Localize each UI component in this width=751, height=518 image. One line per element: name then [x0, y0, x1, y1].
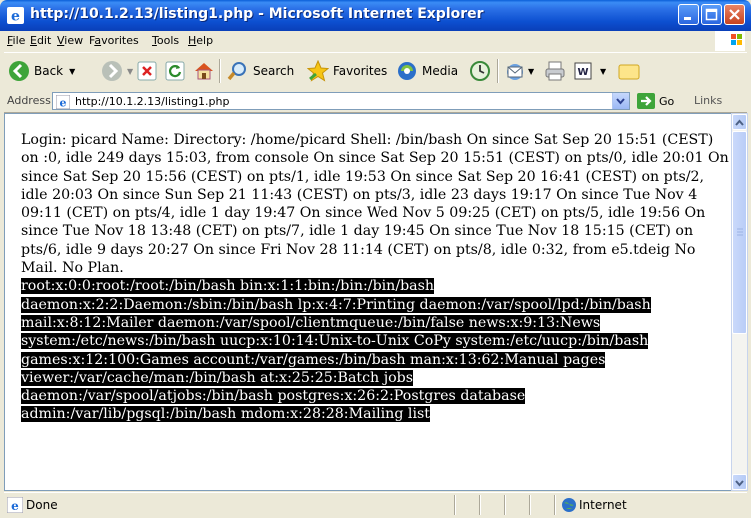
minimize-button[interactable]: [678, 4, 699, 25]
search-label: Search: [253, 64, 295, 78]
toolbar-separator: [497, 59, 499, 83]
status-divider: [479, 495, 481, 515]
toolbar: Back ▼ ▼ Search Favorites Media ▼ W ▼: [4, 52, 747, 91]
close-icon: [729, 9, 740, 20]
svg-text:e: e: [11, 499, 19, 513]
windows-logo-icon: [715, 31, 745, 51]
address-url: http://10.1.2.13/listing1.php: [75, 95, 230, 108]
vertical-scrollbar[interactable]: [731, 113, 748, 491]
chevron-down-icon: [616, 98, 625, 105]
status-divider: [454, 495, 456, 515]
edit-button[interactable]: W ▼: [572, 58, 606, 84]
title-bar[interactable]: e http://10.1.2.13/listing1.php - Micros…: [0, 0, 751, 31]
edit-dropdown-icon[interactable]: ▼: [600, 67, 606, 76]
stop-icon: [137, 61, 157, 81]
menu-help[interactable]: Help: [188, 34, 213, 47]
internet-globe-icon: [562, 498, 576, 512]
status-text: Done: [26, 498, 58, 512]
back-button[interactable]: Back ▼: [8, 58, 75, 84]
discuss-button[interactable]: [617, 58, 641, 84]
forward-dropdown-icon[interactable]: ▼: [127, 67, 133, 76]
back-label: Back: [34, 64, 64, 78]
refresh-icon: [165, 61, 185, 81]
highlighted-line: daemon:x:2:2:Daemon:/sbin:/bin/bash lp:x…: [21, 296, 651, 313]
address-label: Address: [7, 94, 51, 107]
maximize-icon: [705, 8, 718, 21]
search-button[interactable]: Search: [227, 58, 294, 84]
folder-icon: [618, 64, 640, 80]
media-icon: [398, 62, 416, 80]
scroll-up-button[interactable]: [732, 114, 747, 130]
page-ie-icon: e: [56, 95, 70, 109]
favorites-star-icon: [307, 60, 329, 82]
menu-tools[interactable]: Tools: [152, 34, 179, 47]
menu-bar: File Edit View Favorites Tools Help: [4, 31, 747, 51]
scrollbar-thumb[interactable]: [732, 131, 747, 334]
print-button[interactable]: [544, 58, 566, 84]
favorites-label: Favorites: [333, 64, 388, 78]
forward-button[interactable]: ▼: [101, 58, 133, 84]
word-edit-icon: W: [574, 62, 592, 80]
history-button[interactable]: [469, 58, 491, 84]
mail-dropdown-icon[interactable]: ▼: [528, 67, 534, 76]
go-arrow-icon: [637, 93, 655, 109]
forward-arrow-icon: [102, 61, 122, 81]
highlighted-line: viewer:/var/cache/man:/bin/bash at:x:25:…: [21, 369, 414, 386]
finger-output-text: Login: picard Name: Directory: /home/pic…: [21, 132, 729, 277]
maximize-button[interactable]: [701, 4, 722, 25]
menu-view[interactable]: View: [57, 34, 83, 47]
highlighted-line: admin:/var/lib/pgsql:/bin/bash mdom:x:28…: [21, 406, 430, 423]
status-divider: [504, 495, 506, 515]
highlighted-line: root:x:0:0:root:/root:/bin/bash bin:x:1:…: [21, 278, 435, 295]
favorites-button[interactable]: Favorites: [307, 58, 387, 84]
svg-text:W: W: [577, 67, 588, 78]
minimize-icon: [684, 17, 691, 20]
links-button[interactable]: Links: [694, 94, 722, 107]
page-done-icon: e: [7, 497, 23, 513]
menu-favorites[interactable]: Favorites: [89, 34, 139, 47]
highlighted-line: mail:x:8:12:Mailer daemon:/var/spool/cli…: [21, 314, 601, 331]
status-divider: [529, 495, 531, 515]
ie-icon: e: [7, 7, 24, 24]
status-divider: [554, 495, 556, 515]
page-text: Login: picard Name: Directory: /home/pic…: [21, 131, 731, 424]
address-bar: Address e http://10.1.2.13/listing1.php …: [4, 90, 747, 113]
toolbar-separator: [219, 59, 221, 83]
security-zone-label: Internet: [579, 498, 627, 512]
stop-button[interactable]: [137, 58, 157, 84]
history-icon: [470, 61, 490, 81]
mail-icon: [507, 64, 523, 80]
menu-edit[interactable]: Edit: [30, 34, 51, 47]
back-arrow-icon: [9, 61, 29, 81]
browser-window: e http://10.1.2.13/listing1.php - Micros…: [0, 0, 751, 518]
highlighted-line: system:/etc/news:/bin/bash uucp:x:10:14:…: [21, 333, 649, 350]
window-title: http://10.1.2.13/listing1.php - Microsof…: [30, 6, 484, 22]
go-button[interactable]: Go: [637, 92, 674, 110]
search-icon: [227, 62, 246, 81]
media-button[interactable]: Media: [396, 58, 458, 84]
address-input[interactable]: e http://10.1.2.13/listing1.php: [52, 92, 630, 110]
go-label: Go: [659, 94, 675, 108]
media-label: Media: [422, 64, 459, 78]
chevron-up-icon: [735, 119, 744, 126]
back-dropdown-icon[interactable]: ▼: [69, 67, 75, 76]
svg-text:e: e: [11, 9, 20, 25]
mail-button[interactable]: ▼: [504, 58, 534, 84]
home-icon: [195, 63, 213, 80]
grip-icon: [737, 228, 743, 236]
close-button[interactable]: [724, 4, 745, 25]
refresh-button[interactable]: [165, 58, 185, 84]
highlighted-line: daemon:/var/spool/atjobs:/bin/bash postg…: [21, 388, 526, 405]
scroll-down-button[interactable]: [732, 474, 747, 490]
print-icon: [545, 61, 565, 81]
menu-file[interactable]: File: [7, 34, 25, 47]
status-bar: e Done Internet: [4, 492, 747, 517]
svg-text:e: e: [60, 97, 67, 110]
chevron-down-icon: [735, 480, 744, 487]
home-button[interactable]: [193, 58, 215, 84]
passwd-highlighted-block[interactable]: root:x:0:0:root:/root:/bin/bash bin:x:1:…: [21, 277, 731, 423]
address-dropdown-button[interactable]: [612, 93, 629, 109]
highlighted-line: games:x:12:100:Games account:/var/games:…: [21, 351, 606, 368]
